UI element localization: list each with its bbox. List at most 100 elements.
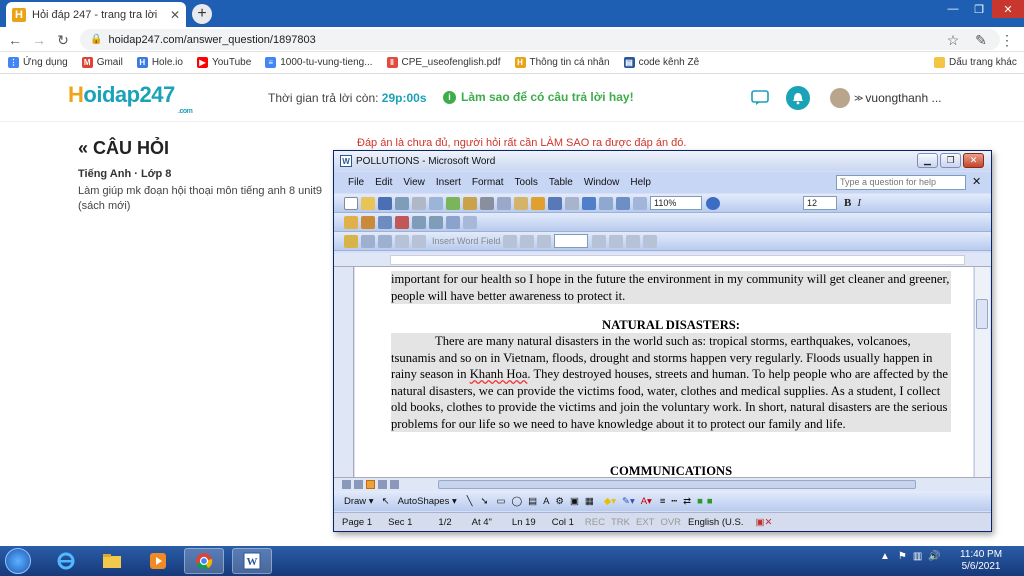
markup-icon[interactable]: [463, 215, 477, 229]
redo-icon[interactable]: [565, 196, 579, 210]
bookmark-youtube[interactable]: ▶ YouTube: [196, 57, 251, 68]
research-icon[interactable]: [463, 196, 477, 210]
user-menu[interactable]: ≫ vuongthanh ...: [830, 88, 941, 108]
ie-icon[interactable]: [46, 548, 86, 574]
format-painter-icon[interactable]: [531, 196, 545, 210]
word-taskbar-icon[interactable]: W: [232, 548, 272, 574]
address-block-icon[interactable]: [395, 234, 409, 248]
address-bar[interactable]: 🔒 hoidap247.com/answer_question/1897803: [80, 29, 1000, 50]
horizontal-scroll-thumb[interactable]: [438, 480, 916, 489]
open-folder-icon[interactable]: [361, 196, 375, 210]
chrome-icon[interactable]: [184, 548, 224, 574]
menu-window[interactable]: Window: [584, 177, 620, 188]
print-preview-icon[interactable]: [429, 196, 443, 210]
bold-button[interactable]: B: [844, 197, 851, 209]
shadow-style-icon[interactable]: ■: [697, 496, 703, 507]
bookmark-code[interactable]: ▤ code kênh Zê: [623, 57, 699, 68]
start-button[interactable]: [5, 548, 31, 574]
bookmark-apps[interactable]: ⋮ Ứng dụng: [8, 57, 68, 68]
sort-za-icon[interactable]: [429, 215, 443, 229]
save-icon[interactable]: [378, 196, 392, 210]
clipart-icon[interactable]: ▣: [570, 496, 579, 507]
line-color-icon[interactable]: ✎▾: [622, 496, 635, 507]
word-restore-button[interactable]: ❐: [940, 153, 961, 168]
spelling-icon[interactable]: [446, 196, 460, 210]
columns-icon[interactable]: [633, 196, 647, 210]
menu-table[interactable]: Table: [549, 177, 573, 188]
wordart-icon[interactable]: A: [543, 496, 549, 507]
menu-dots-icon[interactable]: ⋮: [998, 31, 1016, 49]
help-question-input[interactable]: Type a question for help: [836, 175, 966, 190]
close-tab-icon[interactable]: ✕: [170, 8, 180, 22]
tables-icon[interactable]: [599, 196, 613, 210]
document-canvas[interactable]: important for our health so I hope in th…: [355, 267, 973, 477]
oval-icon[interactable]: ◯: [511, 496, 522, 507]
bookmark-star-icon[interactable]: ☆: [944, 31, 962, 49]
new-doc-icon[interactable]: [344, 196, 358, 210]
file-explorer-icon[interactable]: [92, 548, 132, 574]
line-style-icon[interactable]: ≡: [660, 496, 666, 507]
vertical-scroll-thumb[interactable]: [976, 299, 988, 329]
print-layout-view-icon[interactable]: [366, 480, 375, 489]
undo-icon[interactable]: [548, 196, 562, 210]
merge-to-printer-icon[interactable]: [643, 234, 658, 248]
status-trk[interactable]: TRK: [608, 517, 633, 528]
menu-format[interactable]: Format: [472, 177, 504, 188]
status-rec[interactable]: REC: [582, 517, 608, 528]
highlight-fields-icon[interactable]: [520, 234, 535, 248]
autoshapes-menu[interactable]: AutoShapes ▾: [398, 496, 457, 507]
outline-view-icon[interactable]: [378, 480, 387, 489]
network-icon[interactable]: ▥: [913, 551, 922, 562]
bookmark-other[interactable]: Dấu trang khác: [934, 57, 1017, 68]
minimize-icon[interactable]: —: [940, 0, 966, 18]
arrow-style-icon[interactable]: ⇄: [683, 496, 691, 507]
zoom-select[interactable]: 110%: [650, 196, 702, 210]
web-view-icon[interactable]: [354, 480, 363, 489]
draw-menu[interactable]: Draw ▾: [344, 496, 374, 507]
bookmark-cpe[interactable]: ‖ CPE_useofenglish.pdf: [386, 57, 501, 68]
diagram-icon[interactable]: ⚙: [555, 496, 564, 507]
status-ovr[interactable]: OVR: [657, 517, 684, 528]
reading-view-icon[interactable]: [390, 480, 399, 489]
italic-button[interactable]: I: [857, 197, 861, 209]
reviewing-pane-icon[interactable]: [446, 215, 460, 229]
taskbar-clock[interactable]: 11:40 PM 5/6/2021: [960, 549, 1002, 573]
browser-tab[interactable]: H Hỏi đáp 247 - trang tra lời ✕: [6, 2, 186, 27]
sort-az-icon[interactable]: [412, 215, 426, 229]
font-size-select[interactable]: 12: [803, 196, 837, 210]
record-number-input[interactable]: [554, 234, 589, 248]
reject-change-icon[interactable]: [395, 215, 409, 229]
reload-icon[interactable]: ↻: [54, 31, 72, 49]
textbox-icon[interactable]: ▤: [528, 496, 537, 507]
next-record-icon[interactable]: [592, 234, 607, 248]
notification-bell-icon[interactable]: [786, 86, 810, 110]
menu-edit[interactable]: Edit: [375, 177, 392, 188]
edit-icon[interactable]: [344, 215, 358, 229]
font-color-icon[interactable]: A▾: [641, 496, 652, 507]
howto-link[interactable]: i Làm sao để có câu trả lời hay!: [443, 90, 634, 104]
view-merged-data-icon[interactable]: [503, 234, 518, 248]
picture-icon[interactable]: ▦: [585, 496, 594, 507]
back-icon[interactable]: ←: [6, 31, 24, 49]
close-window-icon[interactable]: ✕: [992, 0, 1024, 18]
greeting-line-icon[interactable]: [412, 234, 426, 248]
arrow-icon[interactable]: ➘: [480, 496, 488, 507]
line-icon[interactable]: ╲: [467, 496, 473, 507]
help-icon[interactable]: [706, 196, 720, 210]
status-ext[interactable]: EXT: [633, 517, 657, 528]
volume-icon[interactable]: 🔊: [928, 551, 940, 562]
normal-view-icon[interactable]: [342, 480, 351, 489]
menu-insert[interactable]: Insert: [436, 177, 461, 188]
open-data-source-icon[interactable]: [361, 234, 375, 248]
flag-icon[interactable]: ⚑: [898, 551, 907, 562]
maximize-icon[interactable]: ❐: [966, 0, 992, 18]
copy-icon[interactable]: [497, 196, 511, 210]
document-close-icon[interactable]: ✕: [972, 175, 981, 188]
fill-color-icon[interactable]: ◆▾: [604, 496, 616, 507]
select-objects-icon[interactable]: ↖: [382, 496, 390, 507]
accept-change-icon[interactable]: [378, 215, 392, 229]
3d-style-icon[interactable]: ■: [707, 496, 713, 507]
word-close-button[interactable]: ✕: [963, 153, 984, 168]
new-tab-button[interactable]: +: [192, 4, 212, 24]
menu-help[interactable]: Help: [630, 177, 651, 188]
